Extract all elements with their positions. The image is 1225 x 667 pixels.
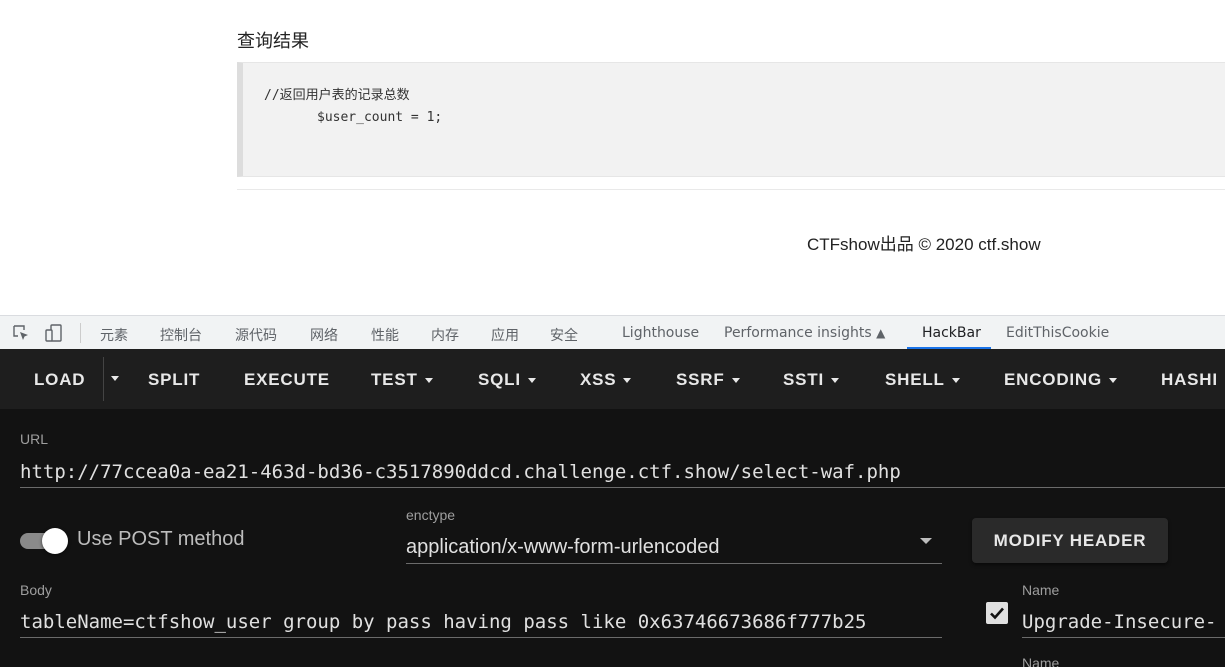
tab-editthiscookie[interactable]: EditThisCookie <box>1006 325 1109 341</box>
toolbar-separator <box>80 323 81 343</box>
enctype-label: enctype <box>406 507 456 523</box>
checkmark-icon <box>990 607 1004 620</box>
hashing-menu[interactable]: HASHI <box>1161 370 1218 390</box>
sqli-menu[interactable]: SQLI <box>478 370 536 390</box>
tab-security[interactable]: 安全 <box>550 325 578 345</box>
code-comment: //返回用户表的记录总数 <box>264 88 410 103</box>
tab-performance-insights[interactable]: Performance insights ▲ <box>724 325 885 341</box>
sqli-label: SQLI <box>478 370 521 389</box>
inspect-element-icon[interactable] <box>12 324 30 342</box>
chevron-down-icon <box>623 378 632 384</box>
xss-label: XSS <box>580 370 617 389</box>
enctype-select[interactable]: application/x-www-form-urlencoded <box>406 536 719 559</box>
execute-button[interactable]: EXECUTE <box>244 370 330 390</box>
body-underline <box>20 637 942 638</box>
split-button[interactable]: SPLIT <box>148 370 200 390</box>
post-method-toggle-knob[interactable] <box>42 528 68 554</box>
load-button[interactable]: LOAD <box>34 370 85 390</box>
ssrf-label: SSRF <box>676 370 725 389</box>
test-menu[interactable]: TEST <box>371 370 433 390</box>
tab-performance[interactable]: 性能 <box>371 325 399 345</box>
header-enable-checkbox[interactable] <box>986 602 1008 624</box>
tab-sources[interactable]: 源代码 <box>235 325 277 345</box>
tab-network[interactable]: 网络 <box>310 325 338 345</box>
post-method-label: Use POST method <box>77 528 245 550</box>
tab-application[interactable]: 应用 <box>491 325 519 345</box>
code-block: //返回用户表的记录总数 $user_count = 1; <box>237 62 1225 177</box>
header-name-underline <box>1022 637 1225 638</box>
chevron-down-icon <box>951 378 960 384</box>
ssti-menu[interactable]: SSTI <box>783 370 839 390</box>
tab-lighthouse[interactable]: Lighthouse <box>622 325 699 341</box>
header-name-input[interactable]: Upgrade-Insecure- <box>1022 611 1225 633</box>
ssti-label: SSTI <box>783 370 824 389</box>
body-label: Body <box>20 582 52 598</box>
code-statement: $user_count = 1; <box>317 110 443 125</box>
shell-label: SHELL <box>885 370 945 389</box>
chevron-down-icon <box>1109 378 1118 384</box>
flask-icon: ▲ <box>876 326 886 340</box>
modify-header-button[interactable]: MODIFY HEADER <box>972 518 1168 563</box>
test-label: TEST <box>371 370 418 389</box>
xss-menu[interactable]: XSS <box>580 370 632 390</box>
url-input[interactable]: http://77ccea0a-ea21-463d-bd36-c3517890d… <box>20 461 1225 483</box>
tab-console[interactable]: 控制台 <box>160 325 202 345</box>
result-title: 查询结果 <box>237 31 309 52</box>
chevron-down-icon[interactable] <box>920 538 932 544</box>
tab-hackbar[interactable]: HackBar <box>922 325 981 341</box>
load-dropdown-icon[interactable] <box>111 376 119 381</box>
chevron-down-icon <box>424 378 433 384</box>
header-name-label: Name <box>1022 582 1060 598</box>
tab-performance-insights-label: Performance insights <box>724 325 872 341</box>
tab-memory[interactable]: 内存 <box>431 325 459 345</box>
devtools-tab-bar: 元素 控制台 源代码 网络 性能 内存 应用 安全 Lighthouse Per… <box>0 315 1225 349</box>
shell-menu[interactable]: SHELL <box>885 370 960 390</box>
chevron-down-icon <box>831 378 839 384</box>
hackbar-panel: URL http://77ccea0a-ea21-463d-bd36-c3517… <box>0 409 1225 667</box>
header-name-label-2: Name <box>1022 655 1060 667</box>
divider <box>237 189 1225 190</box>
enctype-underline <box>406 563 942 564</box>
ssrf-menu[interactable]: SSRF <box>676 370 740 390</box>
page-footer: CTFshow出品 © 2020 ctf.show <box>807 235 1041 254</box>
encoding-label: ENCODING <box>1004 370 1103 389</box>
hackbar-toolbar: LOAD SPLIT EXECUTE TEST SQLI XSS SSRF SS… <box>0 349 1225 409</box>
encoding-menu[interactable]: ENCODING <box>1004 370 1118 390</box>
tab-elements[interactable]: 元素 <box>100 325 128 345</box>
chevron-down-icon <box>731 378 740 384</box>
url-underline <box>20 487 1225 488</box>
device-toolbar-icon[interactable] <box>45 324 63 342</box>
url-label: URL <box>20 431 49 447</box>
body-input[interactable]: tableName=ctfshow_user group by pass hav… <box>20 611 942 633</box>
load-divider <box>103 357 104 401</box>
chevron-down-icon <box>527 378 536 384</box>
